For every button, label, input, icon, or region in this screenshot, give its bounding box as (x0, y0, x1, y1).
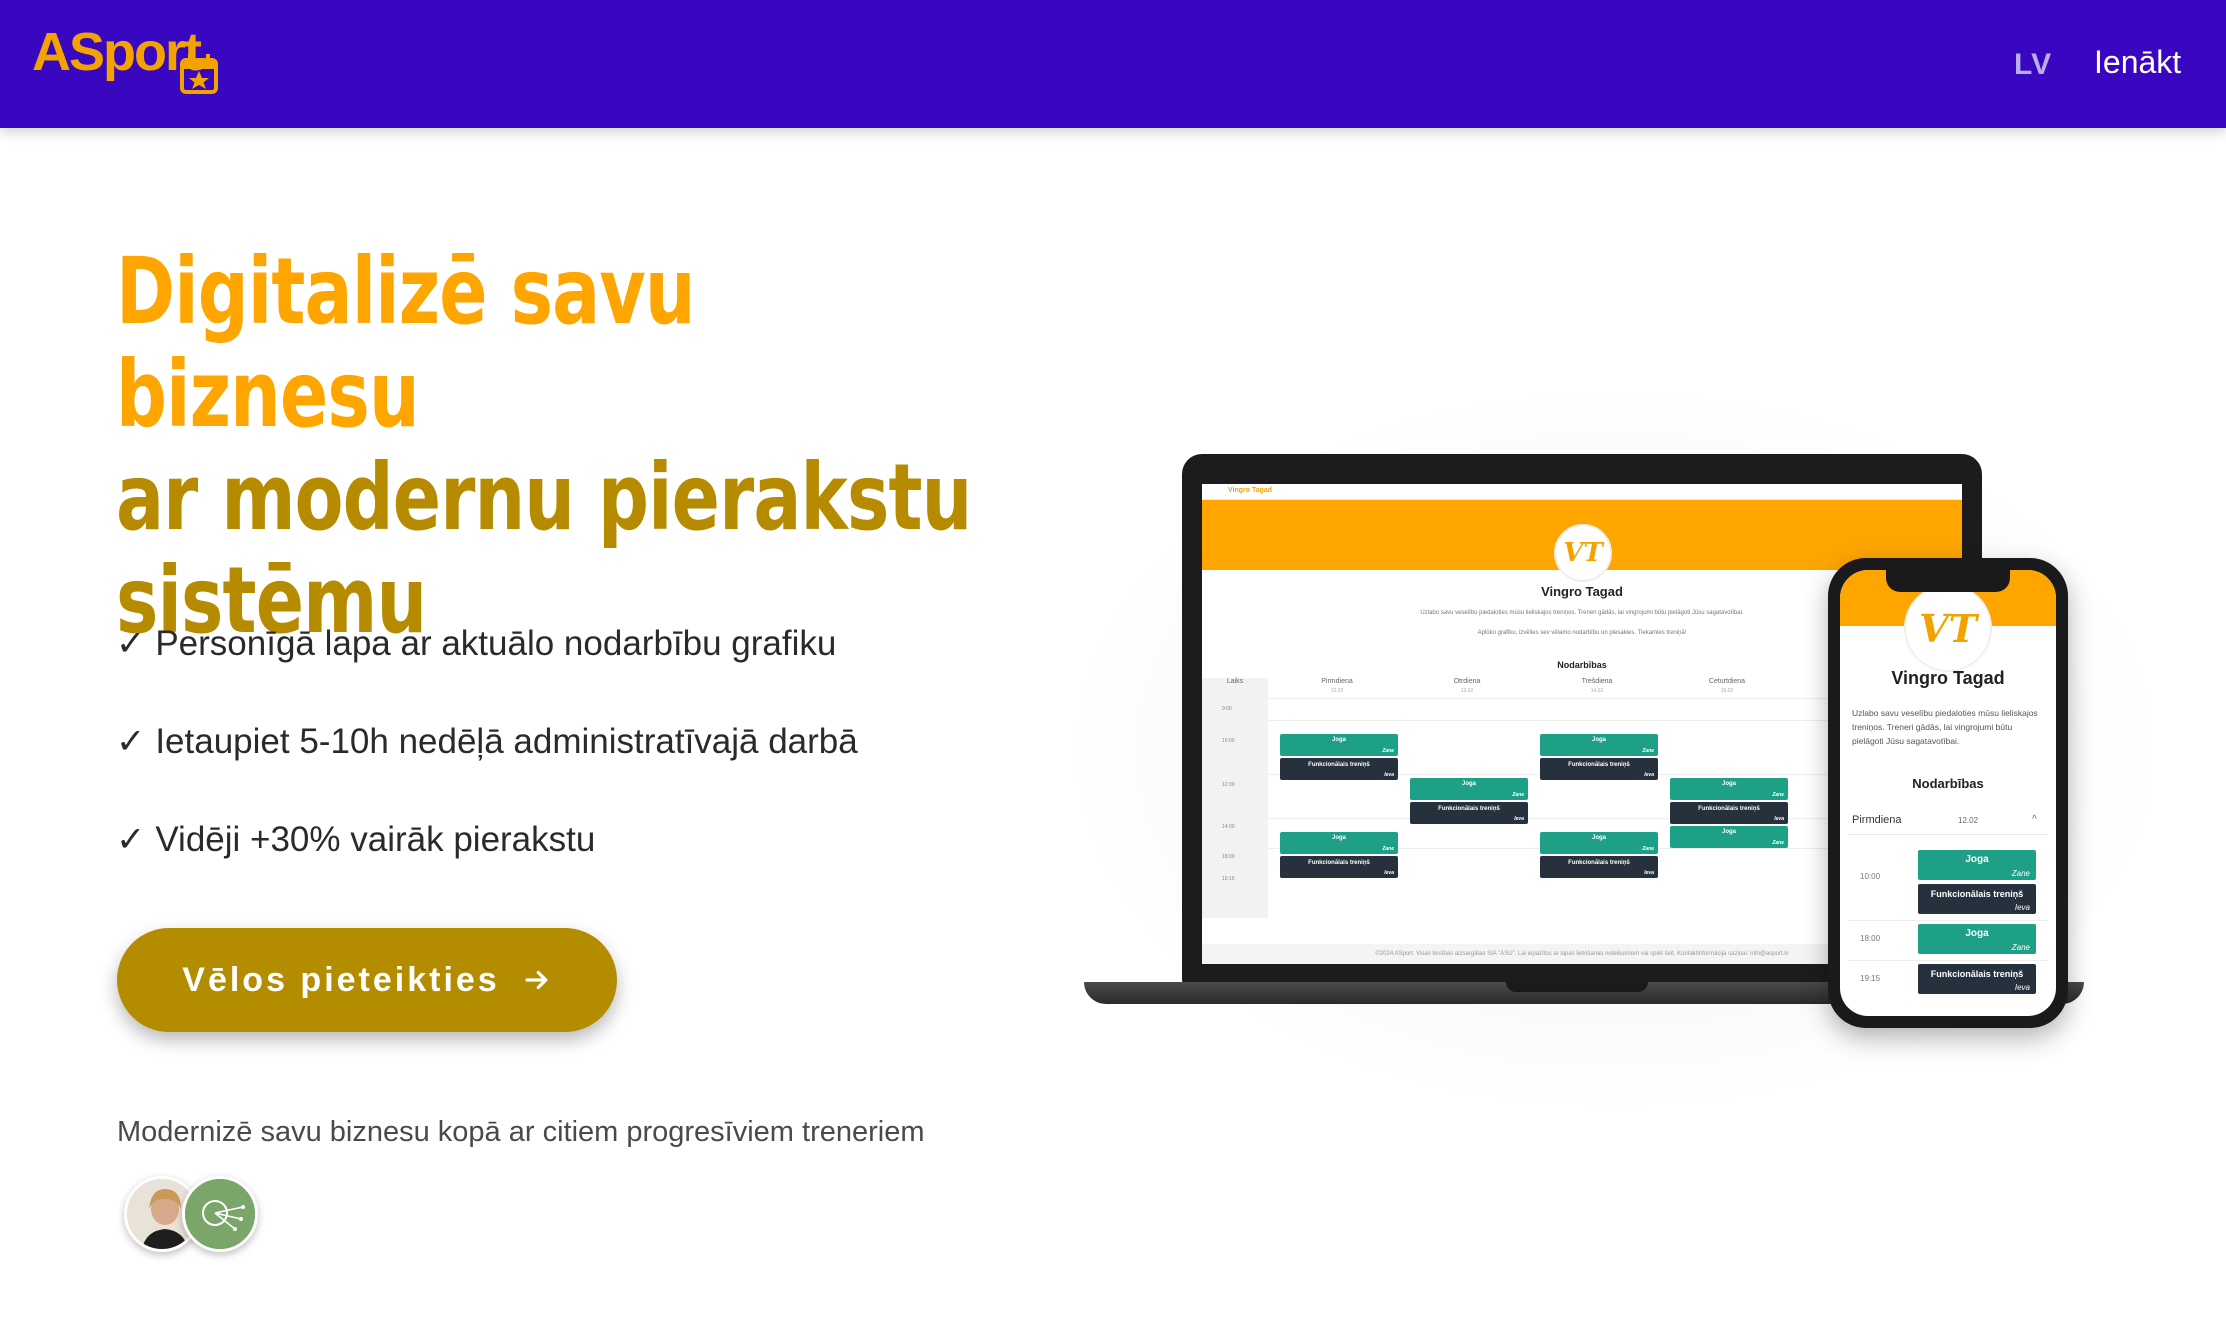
feature-item: ✓ Vidēji +30% vairāk pierakstu (116, 816, 858, 914)
login-link[interactable]: Ienākt (2094, 44, 2181, 81)
trainer-avatar (182, 1176, 258, 1252)
laptop-hinge (1506, 982, 1648, 992)
day-header: Pirmdiena (1321, 678, 1353, 685)
vt-logo: VT (1554, 524, 1612, 582)
checkmark-icon: ✓ (116, 624, 146, 663)
schedule-slot-yoga[interactable]: Joga Zane (1280, 832, 1398, 854)
time-label: 12:00 (1222, 782, 1235, 788)
hero-headline: Digitalizē savu biznesu ar modernu piera… (116, 240, 993, 652)
chevron-up-icon[interactable]: ^ (2032, 814, 2037, 825)
time-label: 19:15 (1860, 974, 1881, 983)
svg-text:ASport: ASport (32, 22, 202, 82)
time-label: 14:00 (1222, 824, 1235, 830)
schedule-slot-functional[interactable]: Funkcionālais treniņš Ieva (1540, 758, 1658, 780)
day-date: 12.02 (1330, 688, 1344, 694)
phone-section-title: Nodarbības (1912, 776, 1984, 791)
headline-line-2: ar modernu pierakstu (116, 444, 972, 551)
time-column (1202, 678, 1268, 918)
phone-notch (1886, 570, 2010, 592)
time-label: 9:00 (1222, 706, 1232, 712)
schedule-slot-functional[interactable]: Funkcionālais treniņš Ieva (1280, 856, 1398, 878)
schedule-slot-functional[interactable]: Funkcionālais treniņš Ieva (1918, 884, 2036, 914)
apply-button-label: Vēlos pieteikties (182, 960, 500, 999)
time-label: 18:00 (1860, 934, 1881, 943)
schedule-slot-functional[interactable]: Funkcionālais treniņš Ieva (1540, 856, 1658, 878)
phone-day-date: 12.02 (1958, 816, 1979, 825)
schedule-slot-yoga[interactable]: Joga Zane (1670, 826, 1788, 848)
time-label: 18:00 (1222, 854, 1235, 860)
trainer-avatars (124, 1176, 264, 1256)
day-date: 14.02 (1590, 688, 1604, 694)
schedule-slot-yoga[interactable]: Joga Zane (1918, 850, 2036, 880)
day-header: Trešdiena (1581, 678, 1613, 685)
day-header: Ceturtdiena (1708, 678, 1746, 685)
vt-logo: VT (1904, 584, 1992, 672)
schedule-slot-yoga[interactable]: Joga Zane (1540, 734, 1658, 756)
schedule-slot-yoga[interactable]: Joga Zane (1280, 734, 1398, 756)
headline-line-1: Digitalizē savu biznesu (116, 238, 696, 448)
schedule-slot-yoga[interactable]: Joga Zane (1410, 778, 1528, 800)
schedule-slot-functional[interactable]: Funkcionālais treniņš Ieva (1410, 802, 1528, 824)
feature-item: ✓ Ietaupiet 5-10h nedēļā administratīvajā… (116, 718, 858, 816)
schedule-slot-functional[interactable]: Funkcionālais treniņš Ieva (1670, 802, 1788, 824)
apply-button[interactable]: Vēlos pieteikties (117, 928, 617, 1032)
checkmark-icon: ✓ (116, 820, 146, 859)
schedule-slot-yoga[interactable]: Joga Zane (1670, 778, 1788, 800)
social-proof-text: Modernizē savu biznesu kopā ar citiem pr… (117, 1116, 925, 1148)
schedule-slot-functional[interactable]: Funkcionālais treniņš Ieva (1280, 758, 1398, 780)
day-date: 15.02 (1720, 688, 1734, 694)
day-header: Otrdiena (1453, 678, 1481, 685)
time-label: 19:15 (1222, 876, 1235, 882)
arrow-right-icon (525, 970, 548, 990)
phone-business-name: Vingro Tagad (1891, 668, 2005, 688)
feature-text: Vidēji +30% vairāk pierakstu (155, 820, 596, 859)
top-navigation-bar: ASport LV Ienākt (0, 0, 2226, 128)
time-label: 10:00 (1860, 872, 1881, 881)
schedule-slot-yoga[interactable]: Joga Zane (1540, 832, 1658, 854)
time-label: 10:00 (1222, 738, 1235, 744)
language-selector[interactable]: LV (2014, 48, 2052, 82)
schedule-slot-functional[interactable]: Funkcionālais treniņš Ieva (1918, 964, 2036, 994)
time-header: Laiks (1226, 678, 1244, 685)
schedule-slot-yoga[interactable]: Joga Zane (1918, 924, 2036, 954)
phone-description: Uzlabo savu veselību piedaloties mūsu li… (1852, 708, 2038, 746)
laptop-top-label: Vingro Tagad (1228, 487, 1273, 494)
feature-text: Personīgā lapa ar aktuālo nodarbību graf… (155, 624, 837, 663)
phone-day-label: Pirmdiena (1852, 814, 1902, 826)
feature-text: Ietaupiet 5-10h nedēļā administratīvajā … (155, 722, 858, 761)
phone-screen: VT Vingro Tagad Uzlabo savu veselību pie… (1840, 570, 2056, 1016)
checkmark-icon: ✓ (116, 722, 146, 761)
feature-list: ✓ Personīgā lapa ar aktuālo nodarbību gra… (116, 620, 858, 914)
asport-logo[interactable]: ASport (30, 18, 230, 98)
day-date: 13.02 (1460, 688, 1474, 694)
feature-item: ✓ Personīgā lapa ar aktuālo nodarbību gra… (116, 620, 858, 718)
